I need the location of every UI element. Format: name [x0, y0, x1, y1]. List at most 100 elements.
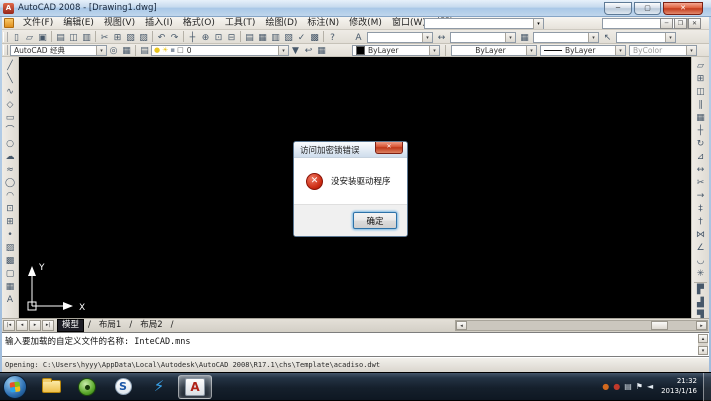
polyline-icon[interactable]: ∿ [3, 85, 18, 98]
color-combo[interactable]: ByLayer ▾ [352, 45, 440, 56]
copy-object-icon[interactable]: ⊞ [693, 72, 708, 85]
save-workspace-icon[interactable]: ▦ [120, 44, 133, 56]
publish-icon[interactable]: ▥ [80, 31, 93, 43]
offset-icon[interactable]: ∥ [693, 98, 708, 111]
tab-model[interactable]: 模型 [57, 319, 84, 332]
mdi-restore-button[interactable]: ❐ [674, 18, 687, 29]
layer-thaw-sun-icon[interactable]: ☀ [162, 46, 168, 55]
dialog-close-button[interactable]: ✕ [375, 142, 403, 154]
tab-first-button[interactable]: |◂ [3, 320, 15, 331]
trim-icon[interactable]: ✂ [693, 176, 708, 189]
gradient-icon[interactable]: ▩ [3, 254, 18, 267]
rectangle-icon[interactable]: ▭ [3, 111, 18, 124]
open-icon[interactable]: ▱ [23, 31, 36, 43]
menu-modify[interactable]: 修改(M) [344, 17, 387, 30]
taskbar-sogou-button[interactable]: S [106, 375, 140, 399]
taskbar-thunder-button[interactable]: ⚡ [142, 375, 176, 399]
erase-icon[interactable]: ▱ [693, 59, 708, 72]
menu-format[interactable]: 格式(O) [178, 17, 220, 30]
menu-file[interactable]: 文件(F) [18, 17, 58, 30]
new-icon[interactable]: ▯ [10, 31, 23, 43]
scroll-up-button[interactable]: ▴ [698, 334, 708, 343]
toolbar-grip[interactable] [3, 45, 8, 55]
tab-layout2[interactable]: 布局2 [136, 319, 166, 332]
construction-line-icon[interactable]: ╲ [3, 72, 18, 85]
layer-color-swatch[interactable]: □ [177, 46, 184, 55]
chamfer-icon[interactable]: ∠ [693, 241, 708, 254]
tab-prev-button[interactable]: ◂ [16, 320, 28, 331]
tab-layout1[interactable]: 布局1 [95, 319, 125, 332]
dim-style-icon[interactable]: ↔ [435, 31, 448, 43]
file-page-icon[interactable] [4, 18, 14, 28]
tab-last-button[interactable]: ▸| [42, 320, 54, 331]
dialog-title-bar[interactable]: 访问加密锁错误 ✕ [294, 142, 407, 158]
command-prompt-line[interactable]: 输入要加载的自定义文件的名称: InteCAD.mns [1, 333, 710, 347]
tray-network-icon[interactable]: ▤ [624, 382, 632, 392]
menu-dimension[interactable]: 标注(N) [302, 17, 344, 30]
layer-lock-icon[interactable]: ▪ [170, 46, 175, 55]
menu-insert[interactable]: 插入(I) [140, 17, 178, 30]
volume-icon[interactable]: ◄ [647, 382, 653, 392]
cut-icon[interactable]: ✂ [98, 31, 111, 43]
workspace-settings-icon[interactable]: ◎ [107, 44, 120, 56]
help-icon[interactable]: ? [326, 31, 339, 43]
scroll-right-button[interactable]: ▸ [696, 321, 707, 330]
insert-block-icon[interactable]: ⊡ [3, 202, 18, 215]
taskbar-clock[interactable]: 21:32 2013/1/16 [657, 377, 703, 396]
stretch-icon[interactable]: ↔ [693, 163, 708, 176]
circle-icon[interactable]: ○ [3, 137, 18, 150]
text-style-combo[interactable]: ▾ [367, 32, 433, 43]
draworder-front-icon[interactable]: ▛ [693, 283, 708, 296]
menu-row-combo-1[interactable]: ▾ [424, 18, 544, 29]
explode-icon[interactable]: ✳ [693, 267, 708, 280]
zoom-previous-icon[interactable]: ⊟ [225, 31, 238, 43]
start-button[interactable] [3, 375, 27, 399]
table-icon[interactable]: ▦ [3, 280, 18, 293]
window-title-bar[interactable]: A AutoCAD 2008 - [Drawing1.dwg] ─ ▢ ✕ [0, 0, 711, 17]
copy-icon[interactable]: ⊞ [111, 31, 124, 43]
region-icon[interactable]: ▢ [3, 267, 18, 280]
revision-cloud-icon[interactable]: ☁ [3, 150, 18, 163]
markup-set-manager-icon[interactable]: ✓ [295, 31, 308, 43]
move-icon[interactable]: ┼ [693, 124, 708, 137]
hatch-icon[interactable]: ▨ [3, 241, 18, 254]
save-icon[interactable]: ▣ [36, 31, 49, 43]
mdi-close-button[interactable]: ✕ [688, 18, 701, 29]
quickcalc-icon[interactable]: ▩ [308, 31, 321, 43]
draworder-back-icon[interactable]: ▟ [693, 296, 708, 309]
sheet-set-manager-icon[interactable]: ▧ [282, 31, 295, 43]
match-properties-icon[interactable]: ▨ [137, 31, 150, 43]
mdi-minimize-button[interactable]: ─ [660, 18, 673, 29]
minimize-button[interactable]: ─ [604, 2, 632, 15]
redo-icon[interactable]: ↷ [168, 31, 181, 43]
workspace-combo[interactable]: AutoCAD 经典 ▾ [10, 45, 107, 56]
make-block-icon[interactable]: ⊞ [3, 215, 18, 228]
multiline-text-icon[interactable]: A [3, 293, 18, 306]
command-scrollbar[interactable]: ▴ ▾ [698, 334, 708, 355]
scroll-left-button[interactable]: ◂ [456, 321, 467, 330]
layer-states-icon[interactable]: ▦ [315, 44, 328, 56]
close-button[interactable]: ✕ [663, 2, 703, 15]
tray-app-icon-1[interactable]: ● [602, 382, 609, 392]
scroll-down-button[interactable]: ▾ [698, 346, 708, 355]
array-icon[interactable]: ▦ [693, 111, 708, 124]
scrollbar-thumb[interactable] [651, 321, 668, 330]
layer-properties-icon[interactable]: ▤ [138, 44, 151, 56]
taskbar-autocad-button[interactable]: A [178, 375, 212, 399]
break-icon[interactable]: † [693, 215, 708, 228]
paste-icon[interactable]: ▧ [124, 31, 137, 43]
point-icon[interactable]: • [3, 228, 18, 241]
menu-edit[interactable]: 编辑(E) [58, 17, 99, 30]
toolbar-grip[interactable] [3, 32, 8, 42]
extend-icon[interactable]: → [693, 189, 708, 202]
line-icon[interactable]: ╱ [3, 59, 18, 72]
properties-icon[interactable]: ▤ [243, 31, 256, 43]
mleader-style-combo[interactable]: ▾ [616, 32, 676, 43]
make-object-layer-current-icon[interactable]: ▼ [289, 44, 302, 56]
scale-icon[interactable]: ⊿ [693, 150, 708, 163]
taskbar-explorer-button[interactable] [34, 375, 68, 399]
ok-button[interactable]: 确定 [353, 212, 397, 229]
join-icon[interactable]: ⋈ [693, 228, 708, 241]
designcenter-icon[interactable]: ▦ [256, 31, 269, 43]
table-style-combo[interactable]: ▾ [533, 32, 599, 43]
